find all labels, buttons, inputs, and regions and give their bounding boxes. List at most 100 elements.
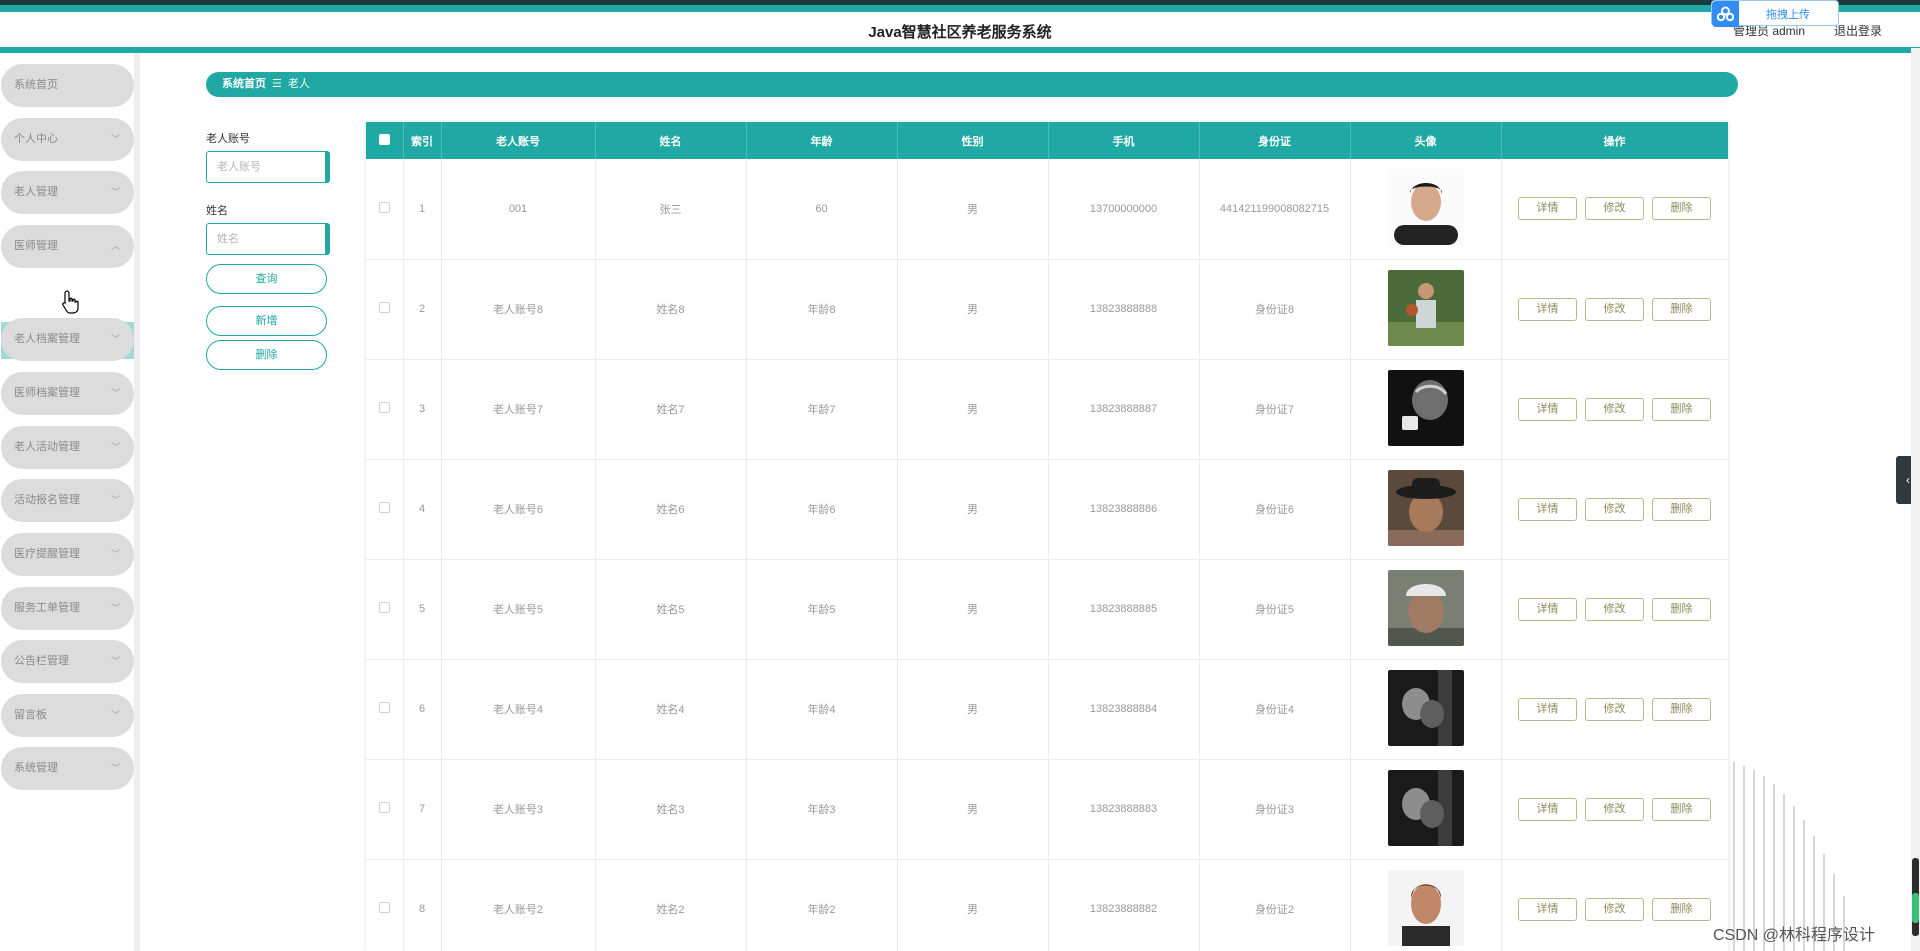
menu-icon: ☰ [272,78,282,90]
select-all-cell[interactable] [366,122,404,159]
edit-button[interactable]: 修改 [1585,897,1644,921]
sidebar-item-elder-archive[interactable]: 老人档案管理 ﹀ [1,318,134,361]
column-header: 身份证 [1199,122,1351,159]
chevron-down-icon: ﹀ [110,187,120,197]
age-cell: 年龄5 [746,559,898,660]
breadcrumb-current: 老人 [287,78,310,90]
avatar-cell [1350,159,1502,260]
scrollbar-track[interactable] [1911,48,1920,951]
sidebar-item-label: 老人管理 [14,186,58,198]
phone-cell: 13700000000 [1048,159,1200,260]
query-button[interactable]: 查询 [206,264,327,294]
sidebar-item-home[interactable]: 系统首页 [1,64,134,107]
detail-button[interactable]: 详情 [1518,297,1577,321]
row-checkbox[interactable] [378,302,390,313]
id-card-cell: 身份证8 [1199,259,1351,360]
detail-button[interactable]: 详情 [1518,197,1577,221]
chevron-down-icon: ﹀ [110,656,120,666]
elderly-man-cup-photo[interactable] [1387,369,1464,446]
gender-cell: 男 [897,659,1049,760]
column-header: 头像 [1350,122,1502,159]
edit-button[interactable]: 修改 [1585,297,1644,321]
id-card-cell: 441421199008082715 [1199,159,1351,260]
elderly-couple-dark-photo[interactable] [1387,669,1464,746]
row-checkbox[interactable] [378,502,390,513]
logout-link[interactable]: 退出登录 [1834,22,1882,39]
edit-button[interactable]: 修改 [1585,597,1644,621]
sidebar-item-doctor-management[interactable]: 医师管理 ︿ [1,225,134,268]
sidebar-item-system-management[interactable]: 系统管理 ﹀ [1,747,134,790]
sidebar-item-message-board[interactable]: 留言板 ﹀ [1,694,134,737]
index-cell: 7 [403,759,442,860]
delete-button[interactable]: 删除 [1652,497,1711,521]
id-card-cell: 身份证7 [1199,359,1351,460]
delete-button[interactable]: 删除 [1652,597,1711,621]
add-button[interactable]: 新增 [206,306,327,336]
gender-cell: 男 [897,559,1049,660]
elderly-woman-hat-photo[interactable] [1387,469,1464,546]
delete-button[interactable]: 删除 [1652,697,1711,721]
sidebar-item-personal-center[interactable]: 个人中心 ﹀ [1,118,134,161]
name-input[interactable] [206,223,330,255]
delete-button[interactable]: 删除 [1652,797,1711,821]
gender-cell: 男 [897,359,1049,460]
delete-button[interactable]: 删除 [1652,197,1711,221]
table-row: 6 老人账号4 姓名4 年龄4 男 13823888884 身份证4 详情 修改删… [366,659,1728,760]
young-man-photo[interactable] [1387,169,1464,246]
elder-table: 索引 老人账号 姓名 年龄 性别 手机 身份证 头像 操作 1 001 张三 6… [366,122,1728,951]
row-checkbox[interactable] [378,802,390,813]
elderly-couple-dark-photo[interactable] [1387,769,1464,846]
row-checkbox[interactable] [378,902,390,913]
row-select-cell [366,459,404,560]
row-checkbox[interactable] [378,201,390,213]
edit-button[interactable]: 修改 [1585,497,1644,521]
sidebar-item-elder-activity[interactable]: 老人活动管理 ﹀ [1,426,134,469]
actions-cell: 详情 修改 删除 [1501,159,1728,260]
elderly-man-cap-photo[interactable] [1387,569,1464,646]
detail-button[interactable]: 详情 [1518,697,1577,721]
detail-button[interactable]: 详情 [1518,797,1577,821]
sidebar-item-bulletin[interactable]: 公告栏管理 ﹀ [1,640,134,683]
age-cell: 60 [746,159,898,260]
detail-button[interactable]: 详情 [1518,497,1577,521]
table-row: 7 老人账号3 姓名3 年龄3 男 13823888883 身份证3 详情 修改删… [366,759,1728,860]
detail-button[interactable]: 详情 [1518,397,1577,421]
elderly-man-garden-photo[interactable] [1387,269,1464,346]
drag-upload-widget[interactable]: 拖拽上传 [1711,0,1839,27]
sidebar-item-elder-management[interactable]: 老人管理 ﹀ [1,171,134,214]
detail-button[interactable]: 详情 [1518,597,1577,621]
age-cell: 年龄6 [746,459,898,560]
detail-button[interactable]: 详情 [1518,897,1577,921]
chevron-down-icon: ﹀ [110,549,120,559]
sidebar-item-medical-reminder[interactable]: 医疗提醒管理 ﹀ [1,533,134,576]
row-select-cell [366,759,404,860]
sidebar-item-doctor-archive[interactable]: 医师档案管理 ﹀ [1,372,134,415]
hand-cursor-icon [62,290,79,314]
man-portrait-photo[interactable] [1387,869,1464,946]
upload-label: 拖拽上传 [1766,9,1810,21]
delete-button[interactable]: 删除 [1652,897,1711,921]
row-checkbox[interactable] [378,402,390,413]
index-cell: 4 [403,459,442,560]
header: Java智慧社区养老服务系统 管理员 admin 退出登录 [0,12,1920,48]
breadcrumb: 系统首页 ☰ 老人 [206,72,1738,97]
edit-button[interactable]: 修改 [1585,797,1644,821]
breadcrumb-home[interactable]: 系统首页 [222,78,266,90]
row-checkbox[interactable] [378,602,390,613]
delete-button[interactable]: 删除 [1652,397,1711,421]
account-input[interactable] [206,151,330,183]
edit-button[interactable]: 修改 [1585,397,1644,421]
delete-button[interactable]: 删除 [1652,297,1711,321]
batch-delete-button[interactable]: 删除 [206,340,327,370]
phone-cell: 13823888885 [1048,559,1200,660]
sidebar-item-activity-signup[interactable]: 活动报名管理 ﹀ [1,479,134,522]
table-row: 1 001 张三 60 男 13700000000 44142119900808… [366,159,1728,260]
sidebar-item-service-order[interactable]: 服务工单管理 ﹀ [1,587,134,630]
row-checkbox[interactable] [378,702,390,713]
account-cell: 老人账号2 [441,859,596,951]
edit-button[interactable]: 修改 [1585,697,1644,721]
select-all-checkbox[interactable] [378,133,390,145]
row-select-cell [366,659,404,760]
edit-button[interactable]: 修改 [1585,197,1644,221]
age-cell: 年龄7 [746,359,898,460]
